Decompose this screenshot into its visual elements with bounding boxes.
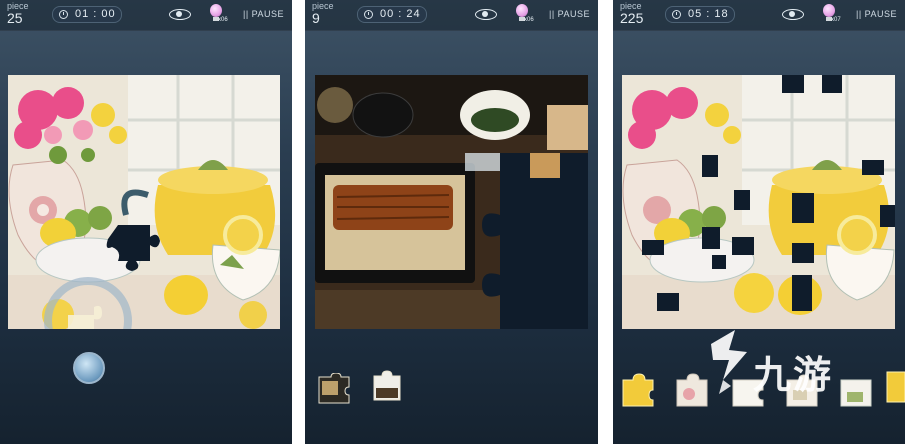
timer-value: 00 : 24	[380, 8, 421, 20]
top-bar: piece 25 01 : 00 x06 || PAUSE	[0, 0, 292, 31]
tray-piece[interactable]	[621, 372, 655, 407]
puzzle-image-eel-rice	[315, 75, 588, 329]
tray-piece[interactable]	[885, 368, 905, 403]
clock-icon	[59, 10, 68, 19]
tray-piece[interactable]	[317, 372, 351, 405]
clock-icon	[672, 10, 681, 19]
puzzle-piece-icon	[886, 371, 905, 403]
hint-count: x06	[524, 17, 534, 23]
hint-bulb-button[interactable]: x06	[511, 3, 537, 27]
puzzle-board[interactable]	[8, 75, 280, 329]
game-screen-2: piece 9 00 : 24 x06 || PAUSE	[305, 0, 598, 444]
rotate-knob[interactable]	[73, 352, 105, 384]
puzzle-piece-icon	[373, 370, 401, 401]
lightbulb-icon	[210, 4, 222, 17]
piece-count: 9	[312, 10, 320, 26]
timer: 00 : 24	[357, 6, 427, 23]
piece-count: 225	[620, 10, 644, 26]
hint-bulb-button[interactable]: x06	[205, 3, 231, 27]
watermark-text: 九游	[753, 353, 834, 397]
hint-bulb-button[interactable]: x07	[818, 3, 844, 27]
hint-count: x07	[831, 17, 841, 23]
piece-count: 25	[7, 10, 23, 26]
pause-button[interactable]: || PAUSE	[243, 9, 284, 19]
top-bar: piece 9 00 : 24 x06 || PAUSE	[305, 0, 598, 31]
clock-icon	[364, 10, 373, 19]
puzzle-piece-icon	[622, 373, 654, 407]
game-screen-1: piece 25 01 : 00 x06 || PAUSE	[0, 0, 292, 444]
preview-eye-button[interactable]	[473, 6, 499, 22]
timer-value: 05 : 18	[688, 8, 729, 20]
logo-mark-icon	[711, 330, 747, 394]
lightbulb-icon	[516, 4, 528, 17]
puzzle-board[interactable]	[622, 75, 895, 329]
pause-button[interactable]: || PAUSE	[856, 9, 897, 19]
puzzle-image-still-life	[8, 75, 280, 329]
game-screen-3: piece 225 05 : 18 x07 || PAUSE 九游	[613, 0, 905, 444]
lightbulb-icon	[823, 4, 835, 17]
preview-eye-button[interactable]	[780, 6, 806, 22]
timer: 05 : 18	[665, 6, 735, 23]
top-bar: piece 225 05 : 18 x07 || PAUSE	[613, 0, 905, 31]
pause-button[interactable]: || PAUSE	[549, 9, 590, 19]
puzzle-image-still-life	[622, 75, 895, 329]
hint-count: x06	[218, 17, 228, 23]
puzzle-board[interactable]	[315, 75, 588, 329]
timer: 01 : 00	[52, 6, 122, 23]
preview-eye-button[interactable]	[167, 6, 193, 22]
timer-value: 01 : 00	[75, 8, 116, 20]
watermark: 九游	[701, 326, 861, 406]
puzzle-piece-icon	[318, 372, 350, 404]
tray-piece[interactable]	[370, 370, 404, 402]
